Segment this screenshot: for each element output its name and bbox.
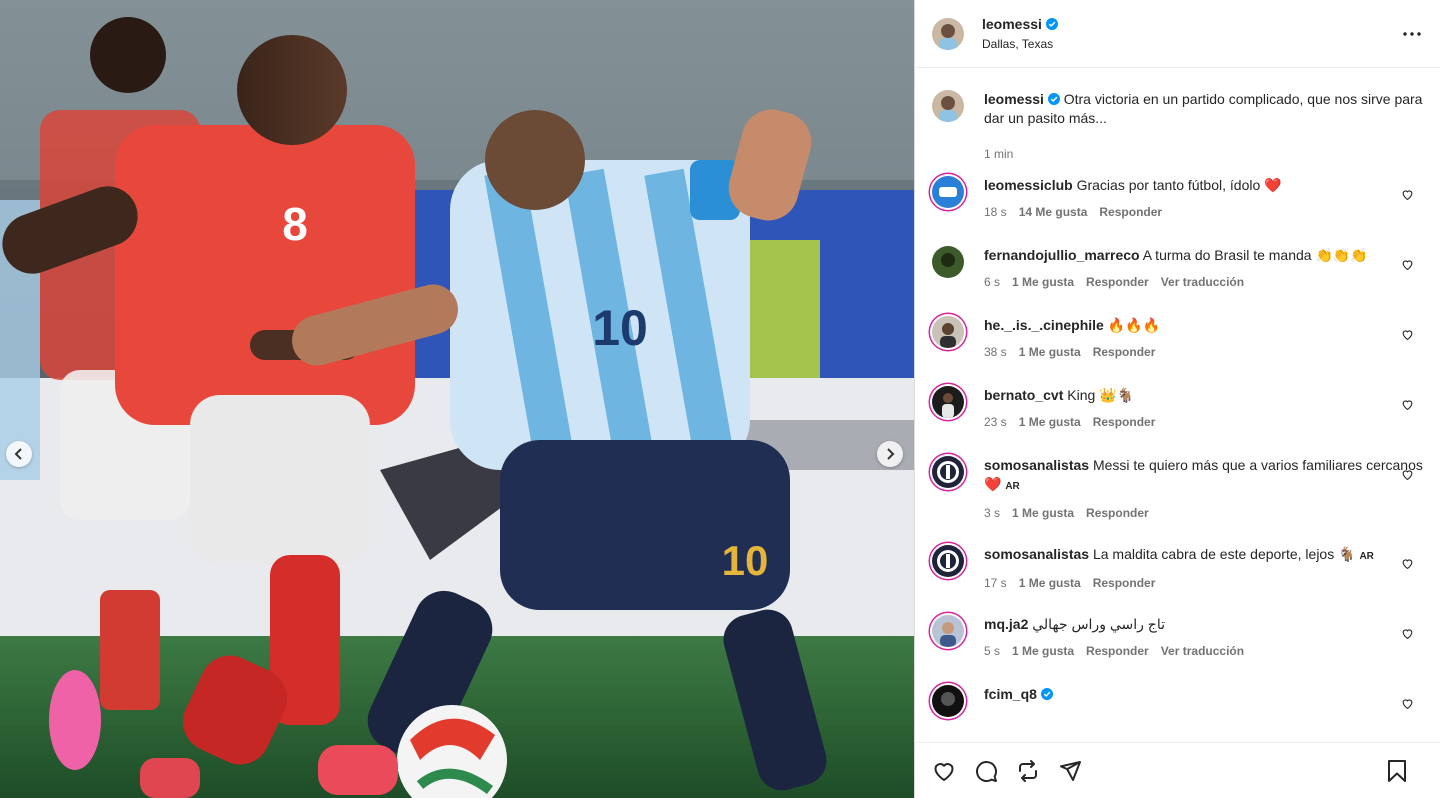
jersey-number-8: 8 (282, 198, 308, 250)
share-button[interactable] (1057, 758, 1083, 784)
next-media-button[interactable] (877, 441, 903, 467)
comment-text: Gracias por tanto fútbol, ídolo ❤️ (1076, 177, 1282, 193)
like-comment-heart-icon[interactable] (1401, 258, 1414, 271)
commenter-avatar[interactable] (932, 615, 964, 647)
comment-text: A turma do Brasil te manda 👏👏👏 (1142, 247, 1368, 263)
see-translation-button[interactable]: Ver traducción (1161, 273, 1244, 292)
comment-username[interactable]: fernandojullio_marreco (984, 247, 1140, 263)
post-header: leomessi Dallas, Texas (915, 0, 1440, 68)
more-options-button[interactable] (1400, 22, 1424, 46)
post-photo: 8 10 10 (0, 0, 914, 798)
like-comment-heart-icon[interactable] (1401, 697, 1414, 710)
comment-text: تاج راسي وراس جهالي (1032, 616, 1165, 632)
comment-icon (976, 760, 998, 782)
post-caption: leomessi Otra victoria en un partido com… (932, 90, 1424, 164)
reply-button[interactable]: Responder (1093, 574, 1156, 593)
comment-time[interactable]: 6 s (984, 273, 1000, 292)
comment-time[interactable]: 17 s (984, 574, 1007, 593)
post-location[interactable]: Dallas, Texas (982, 37, 1058, 51)
save-button[interactable] (1384, 758, 1410, 784)
commenter-avatar[interactable] (932, 456, 964, 488)
comment-item: fcim_q8 (932, 685, 1424, 717)
commenter-avatar[interactable] (932, 545, 964, 577)
more-icon (1403, 32, 1421, 36)
comment-item: bernato_cvt King 👑🐐 23 s 1 Me gusta Resp… (932, 386, 1424, 432)
comment-username[interactable]: bernato_cvt (984, 387, 1063, 403)
comment-time[interactable]: 18 s (984, 203, 1007, 222)
heart-icon (934, 762, 954, 781)
like-comment-heart-icon[interactable] (1401, 188, 1414, 201)
verified-badge-icon (1040, 688, 1053, 700)
comment-likes[interactable]: 1 Me gusta (1012, 642, 1074, 661)
repost-icon (1019, 759, 1037, 782)
country-flag-label: AR (1359, 551, 1374, 562)
comment-item: somosanalistas La maldita cabra de este … (932, 545, 1424, 593)
country-flag-label: AR (1005, 481, 1020, 492)
comment-time[interactable]: 5 s (984, 642, 1000, 661)
caption-avatar[interactable] (932, 90, 964, 122)
comment-likes[interactable]: 14 Me gusta (1019, 203, 1088, 222)
post-dialog: 8 10 10 leomessi Dallas, Texas leomessi … (0, 0, 1440, 798)
comment-username[interactable]: leomessiclub (984, 177, 1073, 193)
reply-button[interactable]: Responder (1093, 413, 1156, 432)
reply-button[interactable]: Responder (1086, 642, 1149, 661)
commenter-avatar[interactable] (932, 685, 964, 717)
jersey-number-10: 10 (592, 300, 648, 356)
commenter-avatar[interactable] (932, 176, 964, 208)
comment-likes[interactable]: 1 Me gusta (1012, 273, 1074, 292)
comment-time[interactable]: 3 s (984, 504, 1000, 523)
comment-likes[interactable]: 1 Me gusta (1012, 504, 1074, 523)
comment-time[interactable]: 23 s (984, 413, 1007, 432)
post-side-panel: leomessi Dallas, Texas leomessi Otra vic… (914, 0, 1440, 798)
bookmark-icon (1388, 760, 1406, 782)
like-button[interactable] (931, 758, 957, 784)
comment-username[interactable]: mq.ja2 (984, 616, 1028, 632)
reply-button[interactable]: Responder (1086, 504, 1149, 523)
comment-button[interactable] (973, 758, 999, 784)
reply-button[interactable]: Responder (1099, 203, 1162, 222)
comment-text: La maldita cabra de este deporte, lejos … (1092, 546, 1356, 562)
post-action-bar (915, 742, 1440, 798)
comment-item: he._.is._.cinephile 🔥🔥🔥 38 s 1 Me gusta … (932, 316, 1424, 362)
like-comment-heart-icon[interactable] (1401, 557, 1414, 570)
verified-badge-icon (1045, 18, 1058, 30)
comment-text: King 👑🐐 (1067, 387, 1135, 403)
caption-username[interactable]: leomessi (984, 91, 1044, 107)
like-comment-heart-icon[interactable] (1401, 627, 1414, 640)
like-comment-heart-icon[interactable] (1401, 398, 1414, 411)
comment-item: fernandojullio_marreco A turma do Brasil… (932, 246, 1424, 292)
chevron-right-icon (887, 448, 895, 460)
chevron-left-icon (14, 448, 22, 460)
verified-badge-icon (1047, 93, 1060, 105)
comment-likes[interactable]: 1 Me gusta (1019, 413, 1081, 432)
comment-likes[interactable]: 1 Me gusta (1019, 574, 1081, 593)
author-username[interactable]: leomessi (982, 16, 1042, 32)
commenter-avatar[interactable] (932, 386, 964, 418)
comment-item: mq.ja2 تاج راسي وراس جهالي 5 s 1 Me gust… (932, 615, 1424, 661)
reply-button[interactable]: Responder (1093, 343, 1156, 362)
like-comment-heart-icon[interactable] (1401, 468, 1414, 481)
comments-list[interactable]: leomessi Otra victoria en un partido com… (915, 68, 1440, 742)
reply-button[interactable]: Responder (1086, 273, 1149, 292)
comment-item: somosanalistas Messi te quiero más que a… (932, 456, 1424, 523)
author-avatar[interactable] (932, 17, 964, 50)
commenter-avatar[interactable] (932, 316, 964, 348)
repost-button[interactable] (1015, 758, 1041, 784)
comment-text: 🔥🔥🔥 (1107, 317, 1161, 333)
shorts-number-10: 10 (722, 537, 769, 584)
comment-username[interactable]: he._.is._.cinephile (984, 317, 1104, 333)
comment-username[interactable]: fcim_q8 (984, 686, 1037, 702)
caption-time[interactable]: 1 min (984, 145, 1013, 164)
comment-username[interactable]: somosanalistas (984, 457, 1089, 473)
see-translation-button[interactable]: Ver traducción (1161, 642, 1244, 661)
commenter-avatar[interactable] (932, 246, 964, 278)
comment-username[interactable]: somosanalistas (984, 546, 1089, 562)
send-icon (1060, 760, 1081, 781)
comment-likes[interactable]: 1 Me gusta (1019, 343, 1081, 362)
like-comment-heart-icon[interactable] (1401, 328, 1414, 341)
post-media: 8 10 10 (0, 0, 914, 798)
previous-media-button[interactable] (6, 441, 32, 467)
comment-item: leomessiclub Gracias por tanto fútbol, í… (932, 176, 1424, 222)
comment-time[interactable]: 38 s (984, 343, 1007, 362)
